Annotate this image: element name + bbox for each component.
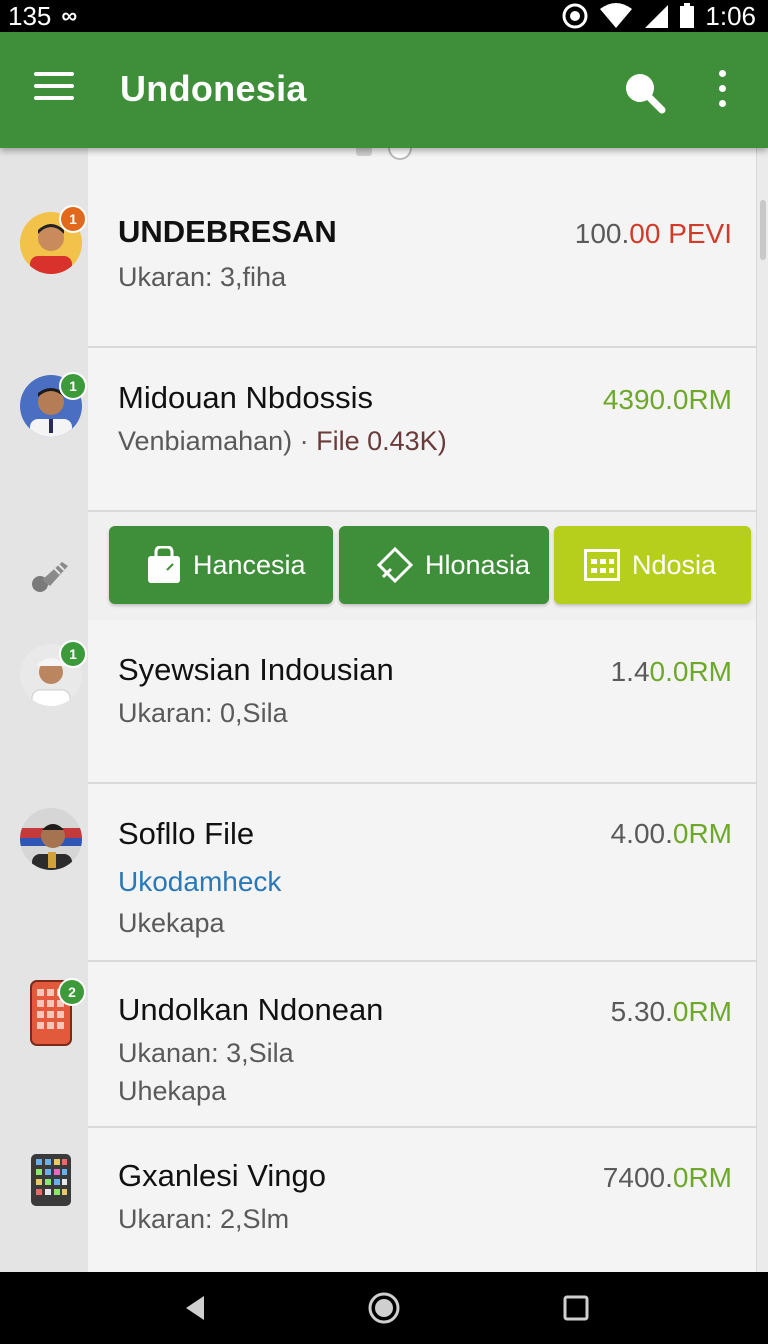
item-subtitle: Venbiamahan) · File 0.43K): [118, 426, 447, 456]
status-bar: 135 ∞ 1:06: [0, 0, 768, 32]
recents-icon[interactable]: [558, 1290, 594, 1326]
item-name: Gxanlesi Vingo: [118, 1158, 326, 1193]
item-name: Midouan Nbdossis: [118, 380, 374, 415]
item-name: Sofllo File: [118, 816, 255, 851]
item-name: UNDEBRESAN: [118, 214, 337, 249]
partial-row: [88, 142, 756, 185]
item-subtitle: Ukaran: 0,Sila: [118, 698, 288, 728]
bag-icon: [148, 546, 180, 583]
item-subtitle: Ukekapa: [118, 908, 225, 938]
battery-icon: [680, 3, 695, 28]
item-price: 100.00 PEVI: [574, 218, 732, 249]
signal-icon: [645, 5, 669, 28]
item-name: Undolkan Ndonean: [118, 992, 384, 1027]
item-name: Syewsian Indousian: [118, 652, 394, 687]
page-title: Undonesia: [120, 68, 307, 109]
scrollbar[interactable]: [760, 200, 766, 260]
list-item[interactable]: Syewsian Indousian Ukaran: 0,Sila 1.40.0…: [88, 620, 756, 784]
grid-icon: [584, 549, 620, 581]
notification-badge: 2: [58, 978, 86, 1006]
action-bar: Hancesia Hlonasia Ndosia: [88, 512, 756, 622]
hlonasia-label: Hlonasia: [425, 549, 531, 580]
item-subtitle: Ukanan: 3,Sila: [118, 1038, 294, 1068]
sync-icon: [562, 3, 588, 29]
ndosia-button[interactable]: Ndosia: [554, 526, 751, 604]
item-link[interactable]: Ukodamheck: [118, 866, 281, 898]
item-price: 7400.0RM: [602, 1162, 732, 1193]
wifi-icon: [600, 3, 633, 28]
search-icon[interactable]: [622, 70, 666, 114]
more-options-icon[interactable]: [714, 70, 730, 110]
item-subtitle: Ukaran: 3,fiha: [118, 262, 287, 292]
app-bar: Undonesia: [0, 32, 768, 148]
home-icon[interactable]: [366, 1290, 402, 1326]
infinity-icon: ∞: [61, 3, 78, 28]
notification-badge: 1: [59, 205, 87, 233]
item-price: 4390.0RM: [602, 384, 732, 415]
hancesia-label: Hancesia: [193, 549, 306, 580]
left-rail: [0, 148, 88, 1272]
list-item[interactable]: UNDEBRESAN Ukaran: 3,fiha 100.00 PEVI: [88, 184, 756, 348]
status-clock: 1:06: [705, 0, 756, 31]
wrench-icon: [32, 562, 68, 592]
list-item[interactable]: Midouan Nbdossis Venbiamahan) · File 0.4…: [88, 348, 756, 512]
ndosia-label: Ndosia: [632, 549, 717, 580]
item-price: 4.00.0RM: [610, 818, 732, 849]
list-item[interactable]: Gxanlesi Vingo Ukaran: 2,Slm 7400.0RM: [88, 1128, 756, 1272]
avatar[interactable]: [20, 808, 82, 870]
tablet-app-icon: [31, 1154, 71, 1206]
item-subtitle: Ukaran: 2,Slm: [118, 1204, 290, 1234]
item-price: 1.40.0RM: [610, 656, 732, 687]
hlonasia-button[interactable]: Hlonasia: [339, 526, 549, 604]
navigation-bar: [0, 1272, 768, 1344]
list-item[interactable]: Undolkan Ndonean Ukanan: 3,Sila Uhekapa …: [88, 962, 756, 1128]
item-price: 5.30.0RM: [610, 996, 732, 1027]
item-subtitle-2: Uhekapa: [118, 1076, 227, 1106]
notification-badge: 1: [59, 372, 87, 400]
notification-badge: 1: [59, 640, 87, 668]
status-time-left: 135: [8, 0, 52, 31]
file-list-lower: Syewsian Indousian Ukaran: 0,Sila 1.40.0…: [88, 620, 757, 1272]
back-icon[interactable]: [178, 1290, 214, 1326]
list-item[interactable]: Sofllo File Ukodamheck Ukekapa 4.00.0RM: [88, 784, 756, 962]
diamond-icon: [377, 547, 413, 583]
menu-icon[interactable]: [34, 72, 74, 104]
hancesia-button[interactable]: Hancesia: [109, 526, 333, 604]
